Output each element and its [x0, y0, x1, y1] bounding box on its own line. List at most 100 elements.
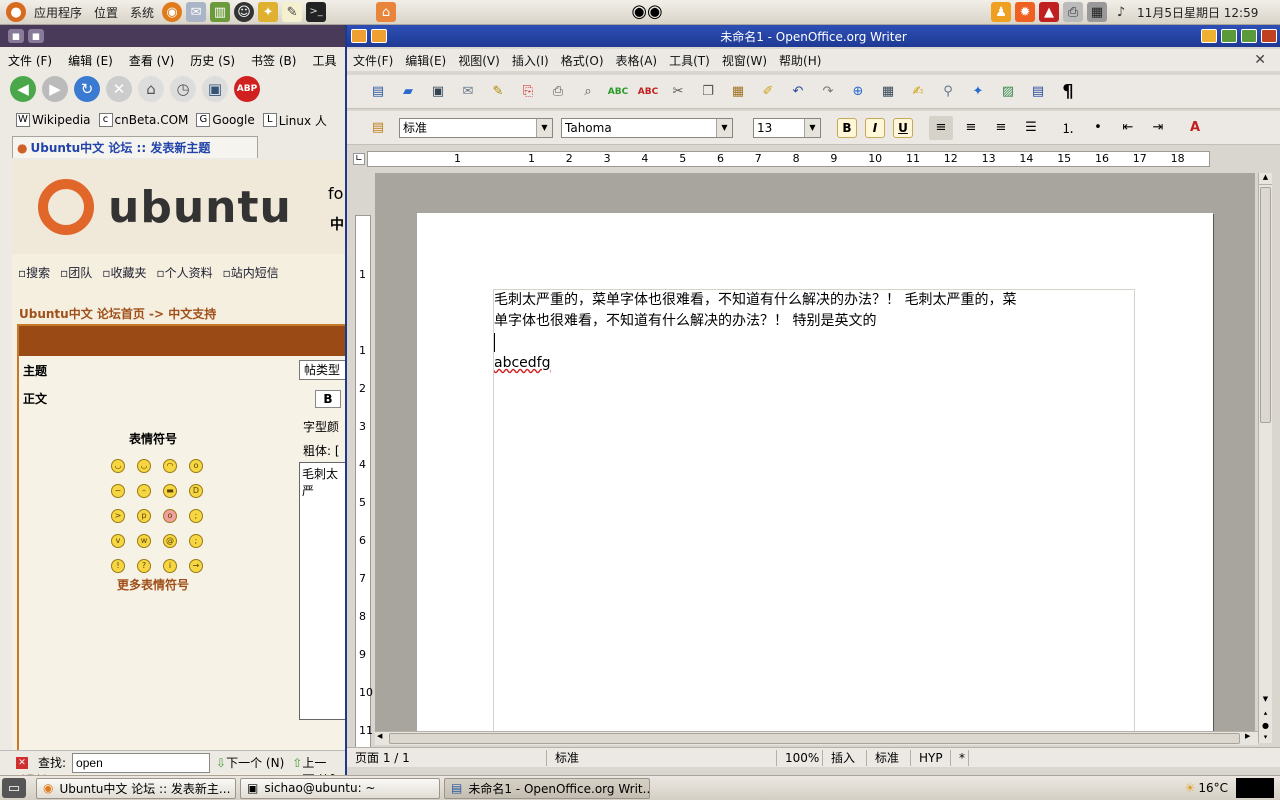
scroll-up-icon[interactable]: ▲ [1259, 173, 1272, 185]
system-menu[interactable]: 系统 [124, 4, 160, 21]
nav-profile[interactable]: ▫个人资料 [156, 264, 212, 281]
wink-emoticon-icon[interactable]: ; [189, 534, 203, 548]
message-textarea[interactable]: 毛刺太严 [299, 462, 345, 720]
align-right-icon[interactable]: ≡ [989, 116, 1013, 140]
hscroll-thumb[interactable] [389, 733, 1240, 744]
question-emoticon-icon[interactable]: ? [137, 559, 151, 573]
datasources-icon[interactable]: ▤ [1026, 80, 1050, 104]
export-pdf-icon[interactable]: ⎘ [516, 80, 540, 104]
minimize-button[interactable] [1221, 29, 1237, 43]
text-area[interactable]: 毛刺太严重的，菜单字体也很难看，不知道有什么解决的办法？！ 毛刺太严重的，菜 单… [493, 289, 1135, 731]
styles-formatting-icon[interactable]: ▤ [366, 116, 390, 140]
align-center-icon[interactable]: ≡ [959, 116, 983, 140]
update-notifier-icon[interactable]: ✹ [1015, 2, 1036, 22]
open-icon[interactable]: ▰ [396, 80, 420, 104]
twisted-emoticon-icon[interactable]: w [137, 534, 151, 548]
vertical-ruler[interactable]: 1 1 2 3 4 5 6 7 8 9 10 11 [355, 215, 373, 755]
taskbar-item-terminal[interactable]: ▣ sichao@ubuntu: ~ [240, 777, 440, 799]
maximize-button[interactable] [1241, 29, 1257, 43]
tab-stop-selector-icon[interactable]: ∟ [353, 153, 365, 165]
cut-icon[interactable]: ✂ [666, 80, 690, 104]
print-preview-icon[interactable]: ⌕ [576, 80, 600, 104]
qq-launcher-icon[interactable]: ☺ [234, 2, 255, 22]
status-insert-mode[interactable]: 插入 [823, 749, 867, 766]
close-find-icon[interactable]: ✕ [16, 756, 28, 769]
hyperlink-icon[interactable]: ⊕ [846, 80, 870, 104]
weather-applet[interactable]: ☀ 16°C [1185, 781, 1228, 795]
places-menu[interactable]: 位置 [88, 4, 124, 21]
sad-emoticon-icon[interactable]: ◠ [163, 459, 177, 473]
volume-icon[interactable]: ♪ [1111, 2, 1131, 22]
close-document-icon[interactable]: ✕ [1248, 52, 1272, 68]
forward-icon[interactable]: ▶ [42, 76, 68, 102]
user-status-icon[interactable]: ♟ [991, 2, 1012, 22]
print-icon[interactable]: ⎙ [546, 80, 570, 104]
tab-ubuntu-forum[interactable]: ● Ubuntu中文 论坛 :: 发表新主题 [12, 136, 258, 158]
reload-icon[interactable]: ↻ [74, 76, 100, 102]
navigator-icon[interactable]: ✦ [966, 80, 990, 104]
nav-search[interactable]: ▫搜索 [18, 264, 50, 281]
find-replace-icon[interactable]: ⚲ [936, 80, 960, 104]
save-icon[interactable]: ▣ [426, 80, 450, 104]
back-icon[interactable]: ◀ [10, 76, 36, 102]
next-page-icon[interactable]: ▾ [1259, 733, 1272, 743]
mad-emoticon-icon[interactable]: > [111, 509, 125, 523]
nonprinting-chars-icon[interactable]: ¶ [1056, 80, 1080, 104]
bold-button[interactable]: B [837, 117, 857, 138]
copy-icon[interactable]: ❐ [696, 80, 720, 104]
menu-table[interactable]: 表格(A) [610, 52, 664, 69]
rolleyes-emoticon-icon[interactable]: @ [163, 534, 177, 548]
mail-launcher-icon[interactable]: ✉ [186, 2, 207, 22]
vertical-scrollbar[interactable]: ▲ ▼ ▴ ● ▾ [1258, 173, 1272, 743]
align-left-icon[interactable]: ≡ [929, 115, 953, 140]
horizontal-ruler[interactable]: 1 1 2 3 4 5 6 7 8 9 10 11 12 13 14 15 16 17 18 [367, 151, 1210, 167]
firefox-launcher-icon[interactable]: ◉ [162, 2, 183, 22]
taskbar-item-firefox[interactable]: ◉ Ubuntu中文 论坛 :: 发表新主... [36, 777, 236, 799]
justify-icon[interactable]: ☰ [1019, 116, 1043, 140]
menu-view[interactable]: 视图(V) [452, 52, 506, 69]
close-button[interactable] [1261, 29, 1277, 43]
grin-emoticon-icon[interactable]: ◡ [111, 459, 125, 473]
window-menu-icon[interactable]: ▪ [8, 29, 24, 43]
email-icon[interactable]: ✉ [456, 80, 480, 104]
italic-button[interactable]: I [865, 117, 885, 138]
menu-window[interactable]: 视窗(W) [716, 52, 773, 69]
nav-team[interactable]: ▫团队 [60, 264, 92, 281]
terminal-launcher-icon[interactable]: >_ [306, 2, 327, 22]
paste-icon[interactable]: ▦ [726, 80, 750, 104]
scroll-right-icon[interactable]: ▶ [1245, 732, 1250, 740]
system-monitor-graph[interactable] [1236, 778, 1274, 798]
autospellcheck-icon[interactable]: ABC [636, 80, 660, 104]
window-menu-icon-2[interactable]: ▪ [28, 29, 44, 43]
status-selection-mode[interactable]: 标准 [867, 749, 911, 766]
find-input[interactable] [72, 752, 211, 773]
adblock-icon[interactable]: ABP [234, 76, 260, 102]
bookmark-linux[interactable]: L Linux 人 [262, 112, 327, 129]
chat-launcher-icon[interactable]: ✦ [258, 2, 279, 22]
ff-menu-history[interactable]: 历史 (S) [182, 52, 243, 69]
gallery-icon[interactable]: ▨ [996, 80, 1020, 104]
show-desktop-icon[interactable]: ▭ [2, 778, 26, 798]
numbering-icon[interactable]: ⒈ [1056, 116, 1080, 140]
breadcrumb[interactable]: Ubuntu中文 论坛首页 -> 中文支持 [19, 305, 216, 322]
ff-menu-bookmarks[interactable]: 书签 (B) [243, 52, 304, 69]
new-document-icon[interactable]: ▤ [366, 80, 390, 104]
status-page[interactable]: 页面 1 / 1 [347, 749, 547, 766]
redo-icon[interactable]: ↷ [816, 80, 840, 104]
font-color-icon[interactable]: A [1183, 116, 1207, 140]
bookmark-google[interactable]: G Google [196, 113, 255, 127]
document-page[interactable]: 毛刺太严重的，菜单字体也很难看，不知道有什么解决的办法？！ 毛刺太严重的，菜 单… [417, 213, 1213, 731]
status-zoom[interactable]: 100% [777, 749, 823, 766]
shock-emoticon-icon[interactable]: o [189, 459, 203, 473]
menu-help[interactable]: 帮助(H) [773, 52, 827, 69]
format-paintbrush-icon[interactable]: ✐ [756, 80, 780, 104]
neutral-emoticon-icon[interactable]: – [137, 484, 151, 498]
scroll-left-icon[interactable]: ◀ [377, 732, 382, 740]
table-icon[interactable]: ▦ [876, 80, 900, 104]
status-style[interactable]: 标准 [547, 749, 777, 766]
font-name-select[interactable]: Tahoma ▼ [561, 117, 733, 138]
evil-emoticon-icon[interactable]: v [111, 534, 125, 548]
bookmark-wikipedia[interactable]: W Wikipedia [16, 113, 91, 127]
ff-menu-edit[interactable]: 编辑 (E) [60, 52, 121, 69]
arrow-emoticon-icon[interactable]: → [189, 559, 203, 573]
